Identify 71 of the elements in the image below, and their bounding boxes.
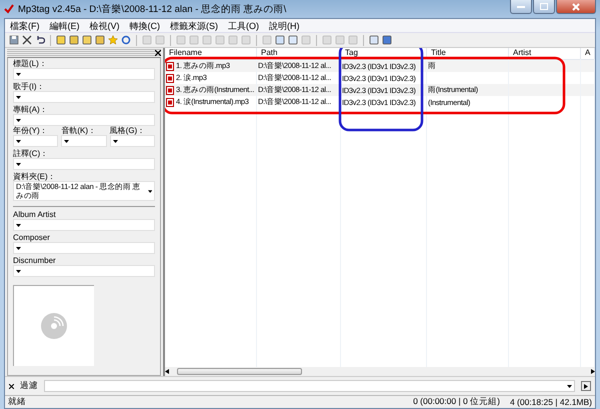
combo-field[interactable] (13, 91, 155, 103)
right-arrow-icon[interactable] (591, 369, 595, 374)
close-icon[interactable] (9, 384, 14, 388)
combo-field[interactable] (13, 68, 155, 80)
save-icon[interactable] (9, 35, 19, 45)
field-label: Album Artist (13, 210, 57, 219)
dropdown-arrow-icon (16, 72, 21, 76)
close-button[interactable] (556, 0, 596, 14)
field-label: 專輯(A)： (13, 105, 49, 114)
menu-item[interactable]: 編輯(E) (44, 19, 84, 32)
filter-field[interactable] (44, 380, 575, 392)
filter-label: 過濾 (20, 380, 38, 392)
field-label: 風格(G)： (110, 126, 146, 135)
field-label: 音軌(K)： (61, 126, 97, 135)
disc-icon (40, 312, 68, 340)
dropdown-arrow-icon (16, 140, 21, 142)
dropdown-arrow-icon (16, 96, 21, 98)
field-label: 標題(L)： (13, 59, 48, 68)
combo-field[interactable] (13, 135, 58, 147)
undo-icon[interactable] (35, 35, 45, 45)
column-header[interactable]: Path (257, 48, 341, 59)
field-label: 資料夾(E)： (13, 172, 57, 181)
menu-item[interactable]: 檔案(F) (5, 19, 44, 32)
delete-icon[interactable] (22, 35, 32, 45)
menu-item[interactable]: 說明(H) (264, 19, 304, 32)
dropdown-arrow-icon (16, 162, 21, 166)
star-icon[interactable] (108, 35, 118, 45)
dropdown-arrow-icon (64, 140, 70, 142)
field-label: Discnumber (13, 256, 57, 265)
window-title: Mp3tag v2.45a - D:\音樂\2008-11-12 alan - 思念的雨 恵みの雨\ (18, 2, 288, 16)
menu-item[interactable]: 標籤來源(S) (165, 19, 223, 32)
column-header[interactable]: Artist (509, 48, 581, 59)
total-info: 4 (00:18:25 | 42.1MB) (510, 397, 592, 407)
play-arrow-icon (584, 384, 588, 388)
combo-field[interactable] (110, 135, 155, 147)
left-arrow-icon[interactable] (165, 369, 169, 374)
selection-info: 0 (00:00:00 | 0 位元組) (413, 396, 500, 408)
maximize-icon (540, 3, 548, 10)
dropdown-arrow-icon (16, 118, 21, 122)
scrollbar-thumb[interactable] (177, 368, 302, 375)
dropdown-arrow-icon (112, 140, 118, 142)
maximize-button[interactable] (533, 0, 555, 14)
dropdown-arrow-icon (16, 224, 21, 226)
menu-item[interactable]: 轉換(C) (124, 19, 165, 32)
checkmark-icon (4, 4, 14, 14)
dropdown-arrow-icon (16, 270, 21, 272)
combo-field[interactable] (13, 114, 155, 126)
combo-field[interactable] (13, 265, 155, 277)
field-label: 歌手(I)： (13, 82, 46, 91)
minimize-button[interactable] (510, 0, 532, 14)
column-header[interactable]: A (581, 48, 595, 59)
dropdown-arrow-icon (16, 246, 21, 250)
minimize-icon (517, 6, 525, 8)
menu-item[interactable]: 工具(O) (223, 19, 264, 32)
combo-field[interactable] (13, 219, 155, 231)
field-label: 註釋(C)： (13, 149, 50, 158)
combo-field[interactable] (13, 242, 155, 254)
dropdown-arrow-icon (567, 384, 572, 388)
go-button[interactable] (581, 381, 591, 391)
menu-item[interactable]: 檢視(V) (84, 19, 124, 32)
field-label: 年份(Y)： (13, 126, 49, 135)
column-header[interactable]: Title (427, 48, 509, 59)
status-text: 就緒 (8, 396, 26, 408)
column-header[interactable]: Filename (165, 48, 257, 59)
combo-field[interactable] (61, 135, 107, 147)
close-icon[interactable] (155, 50, 161, 56)
combo-field[interactable] (13, 158, 155, 170)
column-header[interactable]: Tag (341, 48, 427, 59)
field-label: Composer (13, 233, 51, 242)
dropdown-arrow-icon (148, 190, 152, 192)
close-icon (572, 2, 580, 10)
